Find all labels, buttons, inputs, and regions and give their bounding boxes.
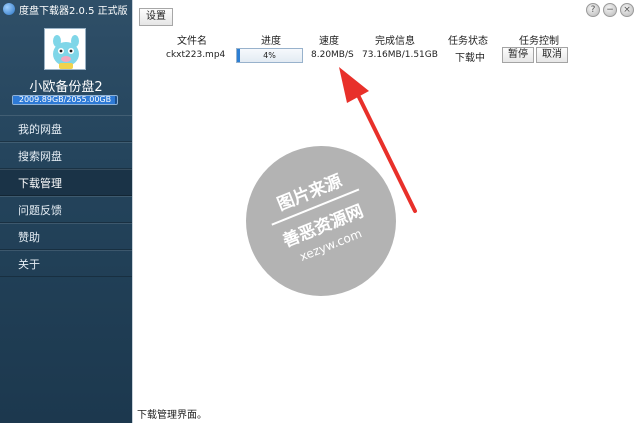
col-header-speed: 速度 — [319, 36, 339, 47]
app-logo-icon — [3, 3, 15, 15]
storage-quota-text: 2009.89GB/2055.00GB — [18, 95, 112, 104]
sidebar-item-about[interactable]: 关于 — [0, 250, 132, 277]
table-row[interactable]: ckxt223.mp4 4% 8.20MB/S 73.16MB/1.51GB 下… — [133, 47, 640, 65]
help-icon[interactable]: ? — [586, 3, 600, 17]
window-controls: ? − × — [586, 3, 634, 17]
cell-done-info: 73.16MB/1.51GB — [362, 50, 438, 60]
col-header-filename: 文件名 — [177, 36, 207, 47]
download-progress-bar: 4% — [236, 48, 303, 63]
avatar[interactable] — [44, 28, 86, 70]
cancel-button[interactable]: 取消 — [536, 47, 568, 63]
close-icon[interactable]: × — [620, 3, 634, 17]
cartoon-avatar-icon — [45, 29, 85, 69]
username: 小欧备份盘2 — [29, 80, 103, 95]
sidebar-item-my-disk[interactable]: 我的网盘 — [0, 115, 132, 142]
pause-button[interactable]: 暂停 — [502, 47, 534, 63]
col-header-control: 任务控制 — [519, 36, 559, 47]
sidebar-item-search-disk[interactable]: 搜索网盘 — [0, 142, 132, 169]
cell-state: 下载中 — [455, 53, 485, 64]
col-header-state: 任务状态 — [448, 36, 488, 47]
minimize-icon[interactable]: − — [603, 3, 617, 17]
cell-filename: ckxt223.mp4 — [166, 50, 226, 60]
settings-button[interactable]: 设置 — [139, 8, 173, 26]
storage-quota-bar: 2009.89GB/2055.00GB — [12, 95, 118, 105]
sidebar-nav: 我的网盘 搜索网盘 下载管理 问题反馈 赞助 关于 — [0, 115, 132, 277]
table-header: 文件名 进度 速度 完成信息 任务状态 任务控制 — [133, 32, 640, 47]
status-bar-text: 下载管理界面。 — [137, 410, 207, 421]
window-title: 度盘下载器2.0.5 正式版 — [19, 5, 128, 17]
sidebar-item-sponsor[interactable]: 赞助 — [0, 223, 132, 250]
window-titlebar: 度盘下载器2.0.5 正式版 — [0, 0, 132, 18]
col-header-progress: 进度 — [261, 36, 281, 47]
col-header-done-info: 完成信息 — [375, 36, 415, 47]
cell-speed: 8.20MB/S — [311, 50, 354, 60]
sidebar-item-download-manager[interactable]: 下载管理 — [0, 169, 132, 196]
sidebar: 度盘下载器2.0.5 正式版 小欧备份盘2 2009.89GB/2055.00G… — [0, 0, 132, 423]
download-progress-text: 4% — [263, 51, 276, 60]
sidebar-item-feedback[interactable]: 问题反馈 — [0, 196, 132, 223]
